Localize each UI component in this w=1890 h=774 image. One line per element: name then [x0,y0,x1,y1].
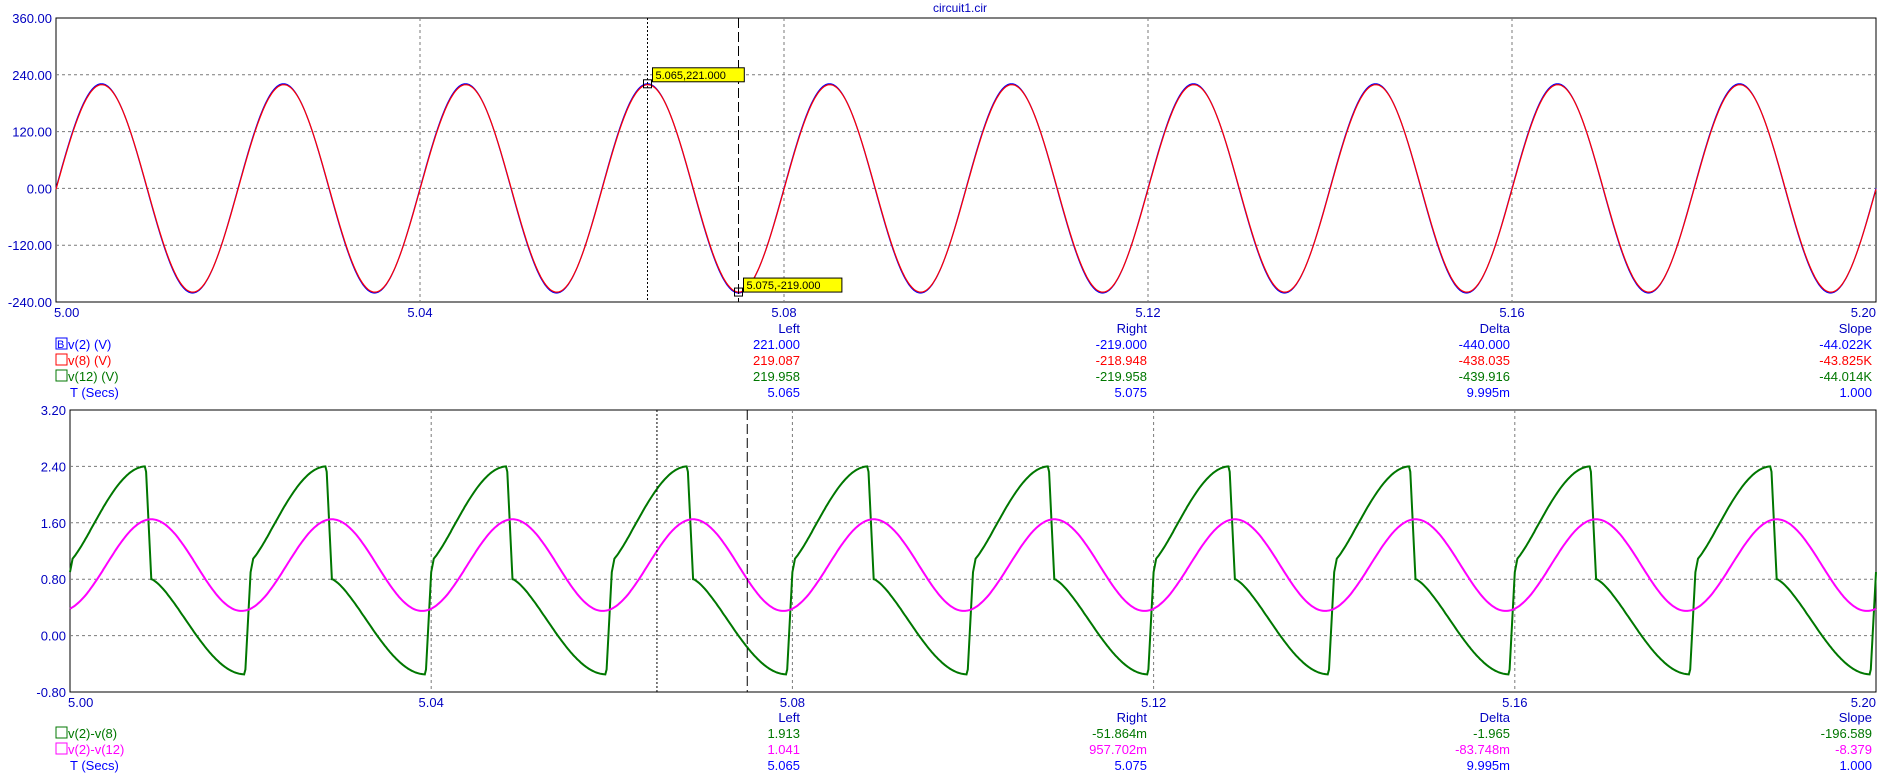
x-tick-label: 5.16 [1502,695,1527,710]
y-tick-label: -0.80 [36,685,66,700]
annotation-label: 5.065,221.000 [656,70,726,82]
x-tick-label: 5.00 [54,305,79,320]
table-cell: -219.958 [1096,369,1147,384]
trace-label: T (Secs) [70,385,119,400]
x-tick-label: 5.08 [780,695,805,710]
series-v-8-v- [55,84,1877,293]
series-v-2-v-12- [69,518,1877,612]
x-tick-label: 5.12 [1141,695,1166,710]
table-cell: 5.065 [767,385,800,400]
trace-marker: B [57,339,64,351]
trace-checkbox[interactable] [55,726,68,739]
table-cell: -438.035 [1459,353,1510,368]
trace-label: v(2)-v(8) [68,726,117,741]
trace-checkbox[interactable] [55,353,68,366]
table-cell: 9.995m [1467,758,1510,773]
trace-checkbox[interactable] [55,742,68,755]
y-tick-label: 240.00 [12,68,52,83]
table-cell: 221.000 [753,337,800,352]
y-tick-label: 0.00 [27,181,52,196]
window-title: circuit1.cir [933,1,987,15]
trace-checkbox[interactable] [55,369,68,382]
series-v-2-v-8- [69,465,1877,676]
y-tick-label: 1.60 [41,516,66,531]
y-tick-label: 360.00 [12,11,52,26]
table-cell: 1.000 [1839,758,1872,773]
plot-top[interactable]: 5.00 5.04 5.08 5.12 5.16 5.20 360.00 240.00 120.… [8,11,1877,320]
table-cell: 5.075 [1114,385,1147,400]
table-cell: 9.995m [1467,385,1510,400]
table-header-left: Left [778,710,800,725]
table-cell: -439.916 [1459,369,1510,384]
y-tick-label: 3.20 [41,403,66,418]
table-cell: 1.913 [767,726,800,741]
y-tick-label: 0.00 [41,629,66,644]
table-header-delta: Delta [1480,710,1511,725]
trace-label: v(2)-v(12) [68,742,124,757]
x-tick-label: 5.04 [419,695,444,710]
trace-label: T (Secs) [70,758,119,773]
x-tick-label: 5.00 [68,695,93,710]
x-tick-label: 5.20 [1851,695,1876,710]
table-cell: -43.825K [1819,353,1872,368]
table-cell: -8.379 [1835,742,1872,757]
y-tick-label: 2.40 [41,459,66,474]
y-tick-label: 120.00 [12,125,52,140]
table-cell: -219.000 [1096,337,1147,352]
x-tick-label: 5.12 [1135,305,1160,320]
trace-label: v(8) (V) [68,353,111,368]
table-cell: 1.041 [767,742,800,757]
table-cell: -44.022K [1819,337,1872,352]
waveform-window: circuit1.cir 5.00 5.04 5.08 5.12 5.16 5.20 360… [8,1,1877,773]
annotation-label: 5.075,-219.000 [747,280,821,292]
table-cell: 5.075 [1114,758,1147,773]
table-cell: 5.065 [767,758,800,773]
table-header-right: Right [1117,710,1148,725]
table-header-delta: Delta [1480,321,1511,336]
table-cell: 957.702m [1089,742,1147,757]
y-tick-label: -240.00 [8,295,52,310]
table-header-slope: Slope [1839,321,1872,336]
table-cell: 219.087 [753,353,800,368]
table-cell: 219.958 [753,369,800,384]
trace-label: v(12) (V) [68,369,119,384]
plot-frame [55,17,1877,303]
table-cell: -44.014K [1819,369,1872,384]
table-cell: -196.589 [1821,726,1872,741]
x-tick-label: 5.04 [407,305,432,320]
table-cell: -440.000 [1459,337,1510,352]
table-header-right: Right [1117,321,1148,336]
table-cell: -51.864m [1092,726,1147,741]
cursor-table-top: Left Right Delta Slope B v(2) (V) 221.000 -219.… [55,321,1872,400]
x-tick-label: 5.16 [1499,305,1524,320]
table-cell: -218.948 [1096,353,1147,368]
table-cell: 1.000 [1839,385,1872,400]
cursor-table-bottom: Left Right Delta Slope v(2)-v(8) 1.913 -51.864… [55,710,1872,773]
plot-frame [69,409,1877,693]
table-cell: -83.748m [1455,742,1510,757]
plot-bottom[interactable]: 5.00 5.04 5.08 5.12 5.16 5.20 3.20 2.40 1.60 0.80… [36,403,1877,710]
trace-label: v(2) (V) [68,337,111,352]
table-header-left: Left [778,321,800,336]
x-tick-label: 5.08 [771,305,796,320]
x-tick-label: 5.20 [1851,305,1876,320]
table-header-slope: Slope [1839,710,1872,725]
y-tick-label: -120.00 [8,238,52,253]
table-cell: -1.965 [1473,726,1510,741]
y-tick-label: 0.80 [41,572,66,587]
